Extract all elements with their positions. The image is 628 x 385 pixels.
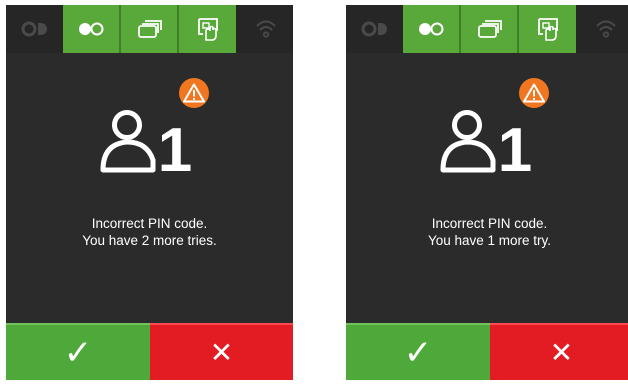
confirm-button[interactable]: ✓: [346, 323, 490, 380]
chip-card-insert-icon: [179, 5, 236, 53]
error-message-line2: You have 1 more try.: [427, 233, 552, 248]
cancel-button[interactable]: ✕: [490, 323, 628, 380]
card-stack-icon: [461, 5, 519, 53]
error-message-line1: Incorrect PIN code.: [91, 216, 208, 231]
status-bar: [346, 5, 628, 53]
user-number-icon: 1: [100, 110, 192, 173]
contactless-logo-icon: [346, 5, 403, 53]
wifi-signal-icon: [577, 5, 628, 53]
cancel-button[interactable]: ✕: [150, 323, 293, 380]
card-stack-icon: [121, 5, 179, 53]
close-icon: ✕: [549, 335, 574, 369]
error-message-line1: Incorrect PIN code.: [431, 216, 548, 231]
chip-card-insert-icon: [519, 5, 576, 53]
contactless-logo-icon: [6, 5, 63, 53]
status-bar: [6, 5, 293, 53]
terminal-screen-left: 1 Incorrect PIN code. You have 2 more tr…: [6, 5, 293, 380]
close-icon: ✕: [209, 335, 234, 369]
magstripe-card-icon: [403, 5, 461, 53]
wifi-signal-icon: [237, 5, 293, 53]
terminal-screen-right: 1 Incorrect PIN code. You have 1 more tr…: [346, 5, 628, 380]
confirm-button[interactable]: ✓: [6, 323, 150, 380]
warning-icon: [179, 78, 209, 108]
checkmark-icon: ✓: [403, 332, 433, 373]
warning-icon: [519, 78, 549, 108]
error-message-line2: You have 2 more tries.: [82, 233, 217, 248]
error-message: Incorrect PIN code. You have 2 more trie…: [6, 215, 293, 249]
magstripe-card-icon: [63, 5, 121, 53]
checkmark-icon: ✓: [63, 332, 93, 373]
user-number: 1: [158, 116, 192, 173]
user-number-icon: 1: [440, 110, 532, 173]
error-message: Incorrect PIN code. You have 1 more try.: [346, 215, 628, 249]
user-number: 1: [498, 116, 532, 173]
